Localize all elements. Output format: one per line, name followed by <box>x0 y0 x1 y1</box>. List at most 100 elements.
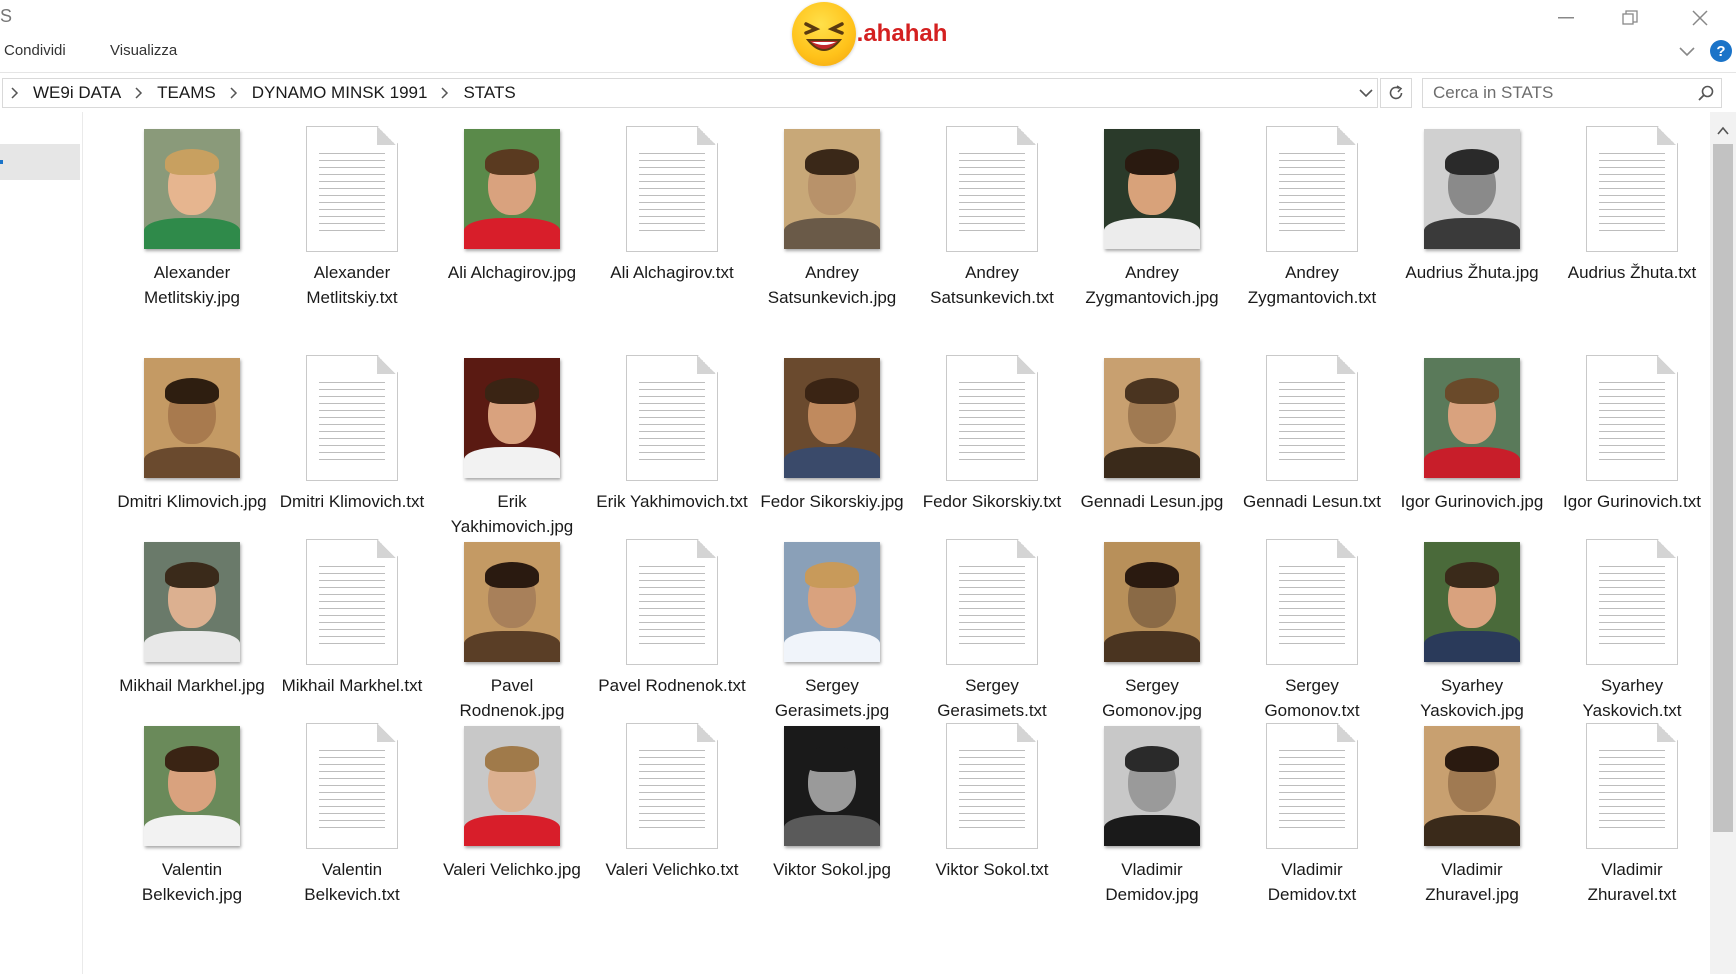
image-file-item[interactable]: Syarhey Yaskovich.jpg <box>1392 539 1552 723</box>
file-thumbnail <box>1072 126 1232 252</box>
photo-thumbnail <box>1104 358 1200 478</box>
image-file-item[interactable]: Igor Gurinovich.jpg <box>1392 355 1552 539</box>
text-file-item[interactable]: Valeri Velichko.txt <box>592 723 752 907</box>
photo-thumbnail <box>784 542 880 662</box>
text-file-item[interactable]: Gennadi Lesun.txt <box>1232 355 1392 539</box>
text-file-item[interactable]: Andrey Satsunkevich.txt <box>912 126 1072 355</box>
text-file-item[interactable]: Vladimir Zhuravel.txt <box>1552 723 1712 907</box>
image-file-item[interactable]: Andrey Zygmantovich.jpg <box>1072 126 1232 355</box>
file-thumbnail <box>1392 126 1552 252</box>
refresh-button[interactable] <box>1380 78 1412 108</box>
laughing-emoji-icon <box>792 2 856 66</box>
expand-ribbon-button[interactable] <box>1676 42 1698 60</box>
file-thumbnail <box>112 723 272 849</box>
minimize-button[interactable] <box>1546 4 1586 32</box>
text-file-item[interactable]: Igor Gurinovich.txt <box>1552 355 1712 539</box>
image-file-item[interactable]: Alexander Metlitskiy.jpg <box>112 126 272 355</box>
text-file-item[interactable]: Sergey Gerasimets.txt <box>912 539 1072 723</box>
text-file-item[interactable]: Syarhey Yaskovich.txt <box>1552 539 1712 723</box>
navigation-pane[interactable] <box>0 112 83 974</box>
image-file-item[interactable]: Pavel Rodnenok.jpg <box>432 539 592 723</box>
file-name: Erik Yakhimovich.jpg <box>450 492 574 536</box>
chevron-right-icon[interactable] <box>222 86 246 100</box>
text-file-item[interactable]: Ali Alchagirov.txt <box>592 126 752 355</box>
file-name: Vladimir Zhuravel.jpg <box>1425 860 1519 904</box>
search-box[interactable] <box>1422 78 1722 108</box>
photo-thumbnail <box>1104 542 1200 662</box>
file-thumbnail <box>112 539 272 665</box>
file-name: Igor Gurinovich.txt <box>1563 492 1701 511</box>
chevron-right-icon[interactable] <box>433 86 457 100</box>
search-input[interactable] <box>1423 83 1691 103</box>
text-document-icon <box>626 723 718 849</box>
text-file-item[interactable]: Mikhail Markhel.txt <box>272 539 432 723</box>
file-thumbnail <box>272 539 432 665</box>
photo-thumbnail <box>144 542 240 662</box>
file-name: Gennadi Lesun.jpg <box>1080 492 1224 511</box>
file-thumbnail <box>752 126 912 252</box>
breadcrumb-item[interactable]: WE9i DATA <box>27 83 127 103</box>
text-file-item[interactable]: Dmitri Klimovich.txt <box>272 355 432 539</box>
file-name: Andrey Zygmantovich.txt <box>1247 263 1377 307</box>
help-button[interactable]: ? <box>1710 40 1732 62</box>
text-document-icon <box>946 539 1038 665</box>
restore-button[interactable] <box>1610 4 1650 32</box>
scroll-up-button[interactable] <box>1716 124 1730 136</box>
photo-thumbnail <box>784 358 880 478</box>
breadcrumb-item[interactable]: STATS <box>457 83 521 103</box>
image-file-item[interactable]: Gennadi Lesun.jpg <box>1072 355 1232 539</box>
nav-selected-item[interactable] <box>0 144 80 180</box>
text-file-item[interactable]: Valentin Belkevich.txt <box>272 723 432 907</box>
breadcrumb-item[interactable]: TEAMS <box>151 83 222 103</box>
address-history-button[interactable] <box>1352 78 1380 108</box>
text-file-item[interactable]: Viktor Sokol.txt <box>912 723 1072 907</box>
text-document-icon <box>306 355 398 481</box>
chevron-right-icon[interactable] <box>3 86 27 100</box>
photo-thumbnail <box>1104 726 1200 846</box>
image-file-item[interactable]: Fedor Sikorskiy.jpg <box>752 355 912 539</box>
file-name: Igor Gurinovich.jpg <box>1400 492 1544 511</box>
text-file-item[interactable]: Audrius Žhuta.txt <box>1552 126 1712 355</box>
text-file-item[interactable]: Erik Yakhimovich.txt <box>592 355 752 539</box>
text-file-item[interactable]: Alexander Metlitskiy.txt <box>272 126 432 355</box>
text-file-item[interactable]: Vladimir Demidov.txt <box>1232 723 1392 907</box>
image-file-item[interactable]: Vladimir Demidov.jpg <box>1072 723 1232 907</box>
chevron-right-icon[interactable] <box>127 86 151 100</box>
chevron-up-icon <box>1717 126 1729 135</box>
file-name: Andrey Zygmantovich.jpg <box>1085 263 1219 307</box>
scrollbar-thumb[interactable] <box>1713 144 1733 832</box>
tab-visualizza[interactable]: Visualizza <box>110 42 177 59</box>
file-thumbnail <box>1552 355 1712 481</box>
file-thumbnail <box>592 723 752 849</box>
image-file-item[interactable]: Valeri Velichko.jpg <box>432 723 592 907</box>
text-document-icon <box>1586 126 1678 252</box>
image-file-item[interactable]: Dmitri Klimovich.jpg <box>112 355 272 539</box>
breadcrumb[interactable]: WE9i DATA TEAMS DYNAMO MINSK 1991 STATS <box>2 78 1378 108</box>
photo-thumbnail <box>1104 129 1200 249</box>
tab-condividi[interactable]: Condividi <box>4 42 66 59</box>
image-file-item[interactable]: Audrius Žhuta.jpg <box>1392 126 1552 355</box>
close-button[interactable] <box>1680 4 1720 32</box>
image-file-item[interactable]: Andrey Satsunkevich.jpg <box>752 126 912 355</box>
image-file-item[interactable]: Viktor Sokol.jpg <box>752 723 912 907</box>
image-file-item[interactable]: Sergey Gerasimets.jpg <box>752 539 912 723</box>
file-name: Pavel Rodnenok.jpg <box>459 676 565 720</box>
image-file-item[interactable]: Valentin Belkevich.jpg <box>112 723 272 907</box>
file-name: Mikhail Markhel.jpg <box>119 676 265 695</box>
image-file-item[interactable]: Mikhail Markhel.jpg <box>112 539 272 723</box>
search-icon[interactable] <box>1691 79 1721 107</box>
text-file-item[interactable]: Sergey Gomonov.txt <box>1232 539 1392 723</box>
text-file-item[interactable]: Pavel Rodnenok.txt <box>592 539 752 723</box>
image-file-item[interactable]: Erik Yakhimovich.jpg <box>432 355 592 539</box>
breadcrumb-item[interactable]: DYNAMO MINSK 1991 <box>246 83 434 103</box>
file-name: Fedor Sikorskiy.txt <box>922 492 1062 511</box>
image-file-item[interactable]: Vladimir Zhuravel.jpg <box>1392 723 1552 907</box>
file-thumbnail <box>1232 723 1392 849</box>
text-file-item[interactable]: Andrey Zygmantovich.txt <box>1232 126 1392 355</box>
text-file-item[interactable]: Fedor Sikorskiy.txt <box>912 355 1072 539</box>
ribbon-divider <box>0 72 1736 73</box>
image-file-item[interactable]: Sergey Gomonov.jpg <box>1072 539 1232 723</box>
text-document-icon <box>1586 723 1678 849</box>
photo-thumbnail <box>464 358 560 478</box>
image-file-item[interactable]: Ali Alchagirov.jpg <box>432 126 592 355</box>
